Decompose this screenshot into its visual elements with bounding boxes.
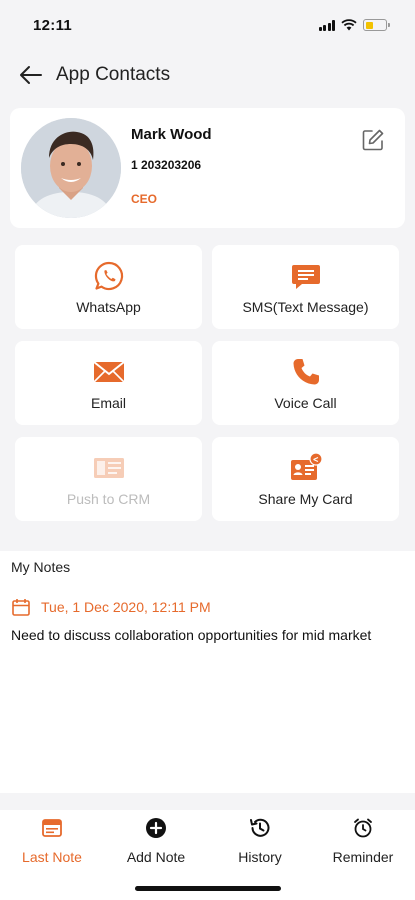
tab-add-note[interactable]: Add Note	[104, 810, 208, 865]
sms-label: SMS(Text Message)	[242, 299, 369, 315]
calendar-icon	[12, 599, 30, 616]
history-icon	[248, 816, 272, 840]
share-my-card-button[interactable]: Share My Card	[212, 437, 399, 521]
sms-button[interactable]: SMS(Text Message)	[212, 245, 399, 329]
email-icon	[92, 355, 126, 389]
push-to-crm-button[interactable]: Push to CRM	[15, 437, 202, 521]
share-card-icon	[289, 451, 323, 485]
note-text: Need to discuss collaboration opportunit…	[11, 627, 372, 643]
note-date-row: Tue, 1 Dec 2020, 12:11 PM	[11, 597, 211, 617]
alarm-icon	[351, 816, 375, 840]
voice-call-label: Voice Call	[274, 395, 337, 411]
add-note-icon	[144, 816, 168, 840]
edit-contact-button[interactable]	[361, 128, 385, 152]
share-my-card-label: Share My Card	[258, 491, 353, 507]
status-time: 12:11	[33, 16, 73, 34]
tab-history[interactable]: History	[208, 810, 312, 865]
status-icons	[318, 19, 390, 31]
tab-last-note-label: Last Note	[22, 849, 82, 865]
avatar	[21, 118, 121, 218]
whatsapp-label: WhatsApp	[76, 299, 141, 315]
push-to-crm-label: Push to CRM	[66, 491, 151, 507]
email-label: Email	[90, 395, 126, 411]
sms-icon	[289, 259, 323, 293]
whatsapp-button[interactable]: WhatsApp	[15, 245, 202, 329]
nav-header: App Contacts	[0, 55, 415, 95]
tab-reminder[interactable]: Reminder	[311, 810, 415, 865]
back-button[interactable]	[18, 62, 44, 88]
notes-section: My Notes Tue, 1 Dec 2020, 12:11 PM Need …	[0, 551, 415, 793]
whatsapp-icon	[92, 259, 126, 293]
cellular-signal-icon	[318, 19, 335, 31]
edit-icon	[362, 129, 384, 151]
last-note-icon	[40, 816, 64, 840]
arrow-left-icon	[20, 66, 42, 84]
crm-icon	[92, 451, 126, 485]
contact-card: Mark Wood 1 203203206 CEO	[10, 108, 405, 228]
tab-add-note-label: Add Note	[126, 849, 186, 865]
wifi-icon	[341, 19, 357, 31]
page-title: App Contacts	[56, 64, 171, 85]
battery-icon	[363, 19, 390, 31]
contact-phone: 1 203203206	[131, 158, 202, 172]
tab-history-label: History	[238, 849, 282, 865]
home-indicator	[135, 886, 281, 891]
tab-reminder-label: Reminder	[332, 849, 394, 865]
email-button[interactable]: Email	[15, 341, 202, 425]
contact-name: Mark Wood	[131, 126, 212, 143]
note-date: Tue, 1 Dec 2020, 12:11 PM	[41, 599, 211, 615]
phone-icon	[289, 355, 323, 389]
notes-heading: My Notes	[11, 559, 71, 575]
status-bar: 12:11	[0, 0, 415, 50]
contact-job-title: CEO	[131, 192, 158, 206]
voice-call-button[interactable]: Voice Call	[212, 341, 399, 425]
tab-last-note[interactable]: Last Note	[0, 810, 104, 865]
